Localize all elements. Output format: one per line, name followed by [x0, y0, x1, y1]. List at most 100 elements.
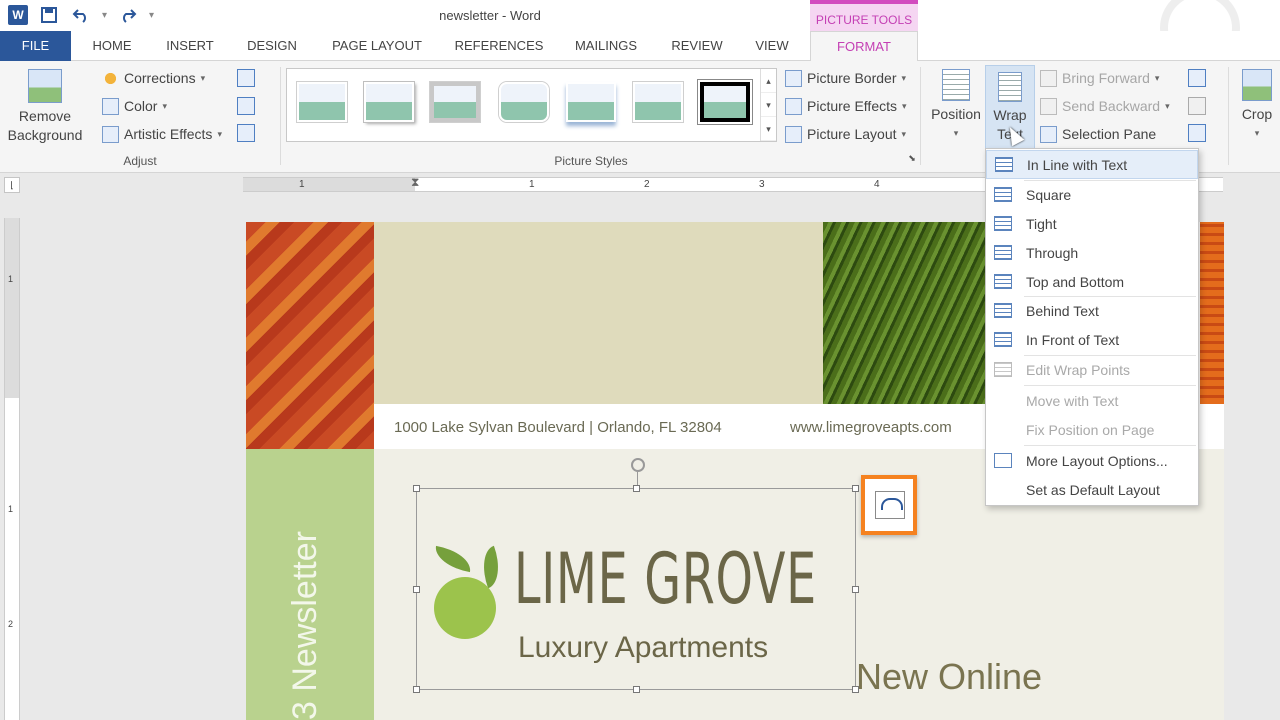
resize-handle[interactable] — [633, 686, 640, 693]
adjust-group-label: Adjust — [123, 154, 157, 168]
indent-marker-icon[interactable]: ⧗ — [411, 175, 419, 190]
chevron-down-icon: ▾ — [200, 72, 206, 83]
menu-item-edit-wrap-points[interactable]: Edit Wrap Points — [986, 355, 1198, 384]
square-wrap-icon — [994, 187, 1012, 202]
picture-border-button[interactable]: Picture Border ▾ — [785, 67, 906, 89]
rotation-handle[interactable] — [631, 458, 645, 472]
align-icon[interactable] — [1188, 69, 1206, 87]
tab-insert[interactable]: INSERT — [160, 31, 220, 61]
picture-style-thumb[interactable] — [700, 82, 750, 122]
ruler-number: 1 — [8, 504, 14, 514]
send-backward-button[interactable]: Send Backward ▾ — [1040, 95, 1170, 117]
reset-picture-icon[interactable] — [237, 124, 255, 142]
menu-item-behind-text[interactable]: Behind Text — [986, 296, 1198, 325]
menu-item-in-front-of-text[interactable]: In Front of Text — [986, 325, 1198, 354]
resize-handle[interactable] — [852, 485, 859, 492]
menu-item-top-and-bottom[interactable]: Top and Bottom — [986, 267, 1198, 296]
menu-item-tight[interactable]: Tight — [986, 209, 1198, 238]
picture-style-thumb[interactable] — [430, 82, 480, 122]
chevron-down-icon: ▾ — [162, 100, 167, 111]
position-label: Position — [931, 106, 981, 122]
in-line-icon — [995, 157, 1013, 172]
resize-handle[interactable] — [413, 586, 420, 593]
selection-pane-button[interactable]: Selection Pane — [1040, 123, 1156, 145]
stripe-image — [1200, 222, 1224, 404]
menu-item-label: Edit Wrap Points — [1026, 361, 1131, 378]
tab-format[interactable]: FORMAT — [810, 31, 918, 62]
crop-button[interactable]: Crop ▾ — [1234, 69, 1280, 143]
bring-forward-icon — [1040, 69, 1057, 87]
corrections-button[interactable]: Corrections ▾ — [102, 67, 205, 89]
menu-item-in-line-with-text[interactable]: In Line with Text — [986, 150, 1198, 179]
gallery-scrollbar[interactable]: ▴ ▾ ▾ — [760, 69, 776, 141]
picture-style-thumb[interactable] — [566, 82, 616, 122]
ruler-margin — [5, 218, 19, 398]
menu-item-square[interactable]: Square — [986, 180, 1198, 209]
remove-background-label: Remove Background — [7, 108, 83, 143]
top-bottom-wrap-icon — [994, 274, 1012, 289]
layout-options-icon — [875, 491, 905, 519]
address-text: 1000 Lake Sylvan Boulevard | Orlando, FL… — [394, 419, 722, 436]
change-picture-icon[interactable] — [237, 97, 255, 115]
picture-border-label: Picture Border — [807, 70, 897, 86]
resize-handle[interactable] — [413, 485, 420, 492]
color-button[interactable]: Color ▾ — [102, 95, 167, 117]
menu-item-fix-position[interactable]: Fix Position on Page — [986, 415, 1198, 444]
group-icon[interactable] — [1188, 97, 1206, 115]
tab-mailings[interactable]: MAILINGS — [566, 31, 646, 61]
tab-file[interactable]: FILE — [0, 31, 71, 61]
artistic-effects-button[interactable]: Artistic Effects ▾ — [102, 123, 222, 145]
layout-options-button[interactable] — [861, 475, 917, 535]
tab-design[interactable]: DESIGN — [240, 31, 304, 61]
remove-background-icon — [28, 69, 62, 103]
tab-page-layout[interactable]: PAGE LAYOUT — [324, 31, 430, 61]
picture-style-thumb[interactable] — [633, 82, 683, 122]
position-button[interactable]: Position ▾ — [928, 69, 984, 143]
corrections-icon — [102, 69, 119, 87]
tab-references[interactable]: REFERENCES — [452, 31, 546, 61]
remove-background-button[interactable]: Remove Background — [4, 69, 86, 145]
dialog-launcher-icon[interactable]: ⬊ — [906, 153, 918, 164]
menu-item-label: More Layout Options... — [1026, 452, 1168, 469]
resize-handle[interactable] — [852, 586, 859, 593]
menu-item-more-layout-options[interactable]: More Layout Options... — [986, 446, 1198, 475]
picture-style-thumb[interactable] — [297, 82, 347, 122]
menu-item-through[interactable]: Through — [986, 238, 1198, 267]
picture-effects-button[interactable]: Picture Effects ▾ — [785, 95, 907, 117]
tab-home[interactable]: HOME — [84, 31, 140, 61]
menu-item-move-with-text[interactable]: Move with Text — [986, 386, 1198, 415]
rotate-icon[interactable] — [1188, 124, 1206, 142]
send-backward-label: Send Backward — [1062, 98, 1161, 114]
menu-item-label: Fix Position on Page — [1026, 421, 1155, 438]
corrections-label: Corrections — [124, 70, 196, 86]
scroll-up-icon[interactable]: ▴ — [761, 69, 776, 93]
through-wrap-icon — [994, 245, 1012, 260]
wrap-text-label: Wrap — [993, 107, 1027, 123]
picture-style-thumb[interactable] — [364, 82, 414, 122]
ruler-number: 2 — [644, 179, 650, 190]
picture-effects-label: Picture Effects — [807, 98, 898, 114]
picture-layout-button[interactable]: Picture Layout ▾ — [785, 123, 906, 145]
tab-view[interactable]: VIEW — [748, 31, 796, 61]
leaf-image[interactable] — [823, 222, 987, 404]
resize-handle[interactable] — [413, 686, 420, 693]
tab-review[interactable]: REVIEW — [666, 31, 728, 61]
compress-pictures-icon[interactable] — [237, 69, 255, 87]
menu-item-set-default-layout[interactable]: Set as Default Layout — [986, 475, 1198, 504]
chevron-down-icon: ▾ — [1154, 72, 1160, 83]
bring-forward-label: Bring Forward — [1062, 70, 1150, 86]
crop-label: Crop — [1241, 106, 1273, 122]
tab-selector[interactable]: ⌊ — [4, 177, 20, 193]
edit-wrap-points-icon — [994, 362, 1012, 377]
color-icon — [102, 97, 119, 115]
logo-title: LIME GROVE — [514, 538, 817, 620]
tight-wrap-icon — [994, 216, 1012, 231]
gallery-more-icon[interactable]: ▾ — [761, 117, 776, 141]
scroll-down-icon[interactable]: ▾ — [761, 93, 776, 117]
bring-forward-button[interactable]: Bring Forward ▾ — [1040, 67, 1159, 89]
vertical-ruler[interactable]: 1 1 2 — [4, 218, 20, 720]
selection-pane-icon — [1040, 125, 1057, 143]
picture-style-thumb[interactable] — [499, 82, 549, 122]
resize-handle[interactable] — [633, 485, 640, 492]
picture-tools-context-label: PICTURE TOOLS — [810, 0, 918, 31]
